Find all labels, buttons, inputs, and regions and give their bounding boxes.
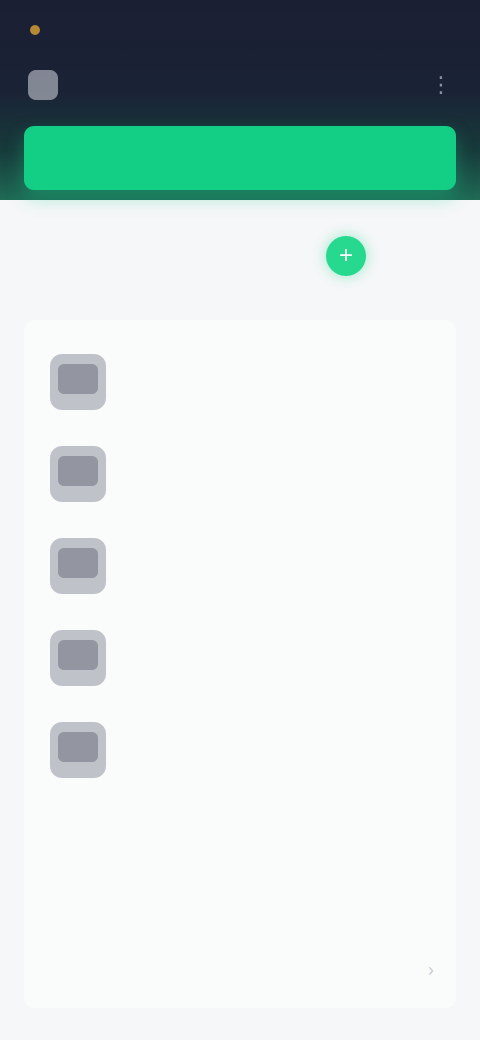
chevron-right-icon: › [428,960,434,980]
content: + › [0,200,480,1040]
status-bar [0,0,480,56]
status-left [30,20,46,40]
item-thumbnail [50,354,106,410]
status-dot-icon [30,25,40,35]
list-item[interactable] [24,612,456,704]
header: ⋮ [0,0,480,200]
items-card [24,320,456,990]
menu-icon[interactable] [28,70,58,100]
item-thumbnail [50,630,106,686]
app-bar: ⋮ [0,56,480,112]
list-item[interactable] [24,520,456,612]
item-thumbnail [50,722,106,778]
list-item[interactable] [24,428,456,520]
section-header [28,220,452,260]
settings-row[interactable]: › [24,938,456,1008]
list-item[interactable] [24,704,456,796]
plus-icon[interactable]: + [326,236,366,276]
app-screen: ⋮ + › [0,0,480,1040]
item-thumbnail [50,538,106,594]
more-vertical-icon[interactable]: ⋮ [430,72,452,98]
list-item[interactable] [24,336,456,428]
item-thumbnail [50,446,106,502]
primary-action-button[interactable] [24,126,456,190]
